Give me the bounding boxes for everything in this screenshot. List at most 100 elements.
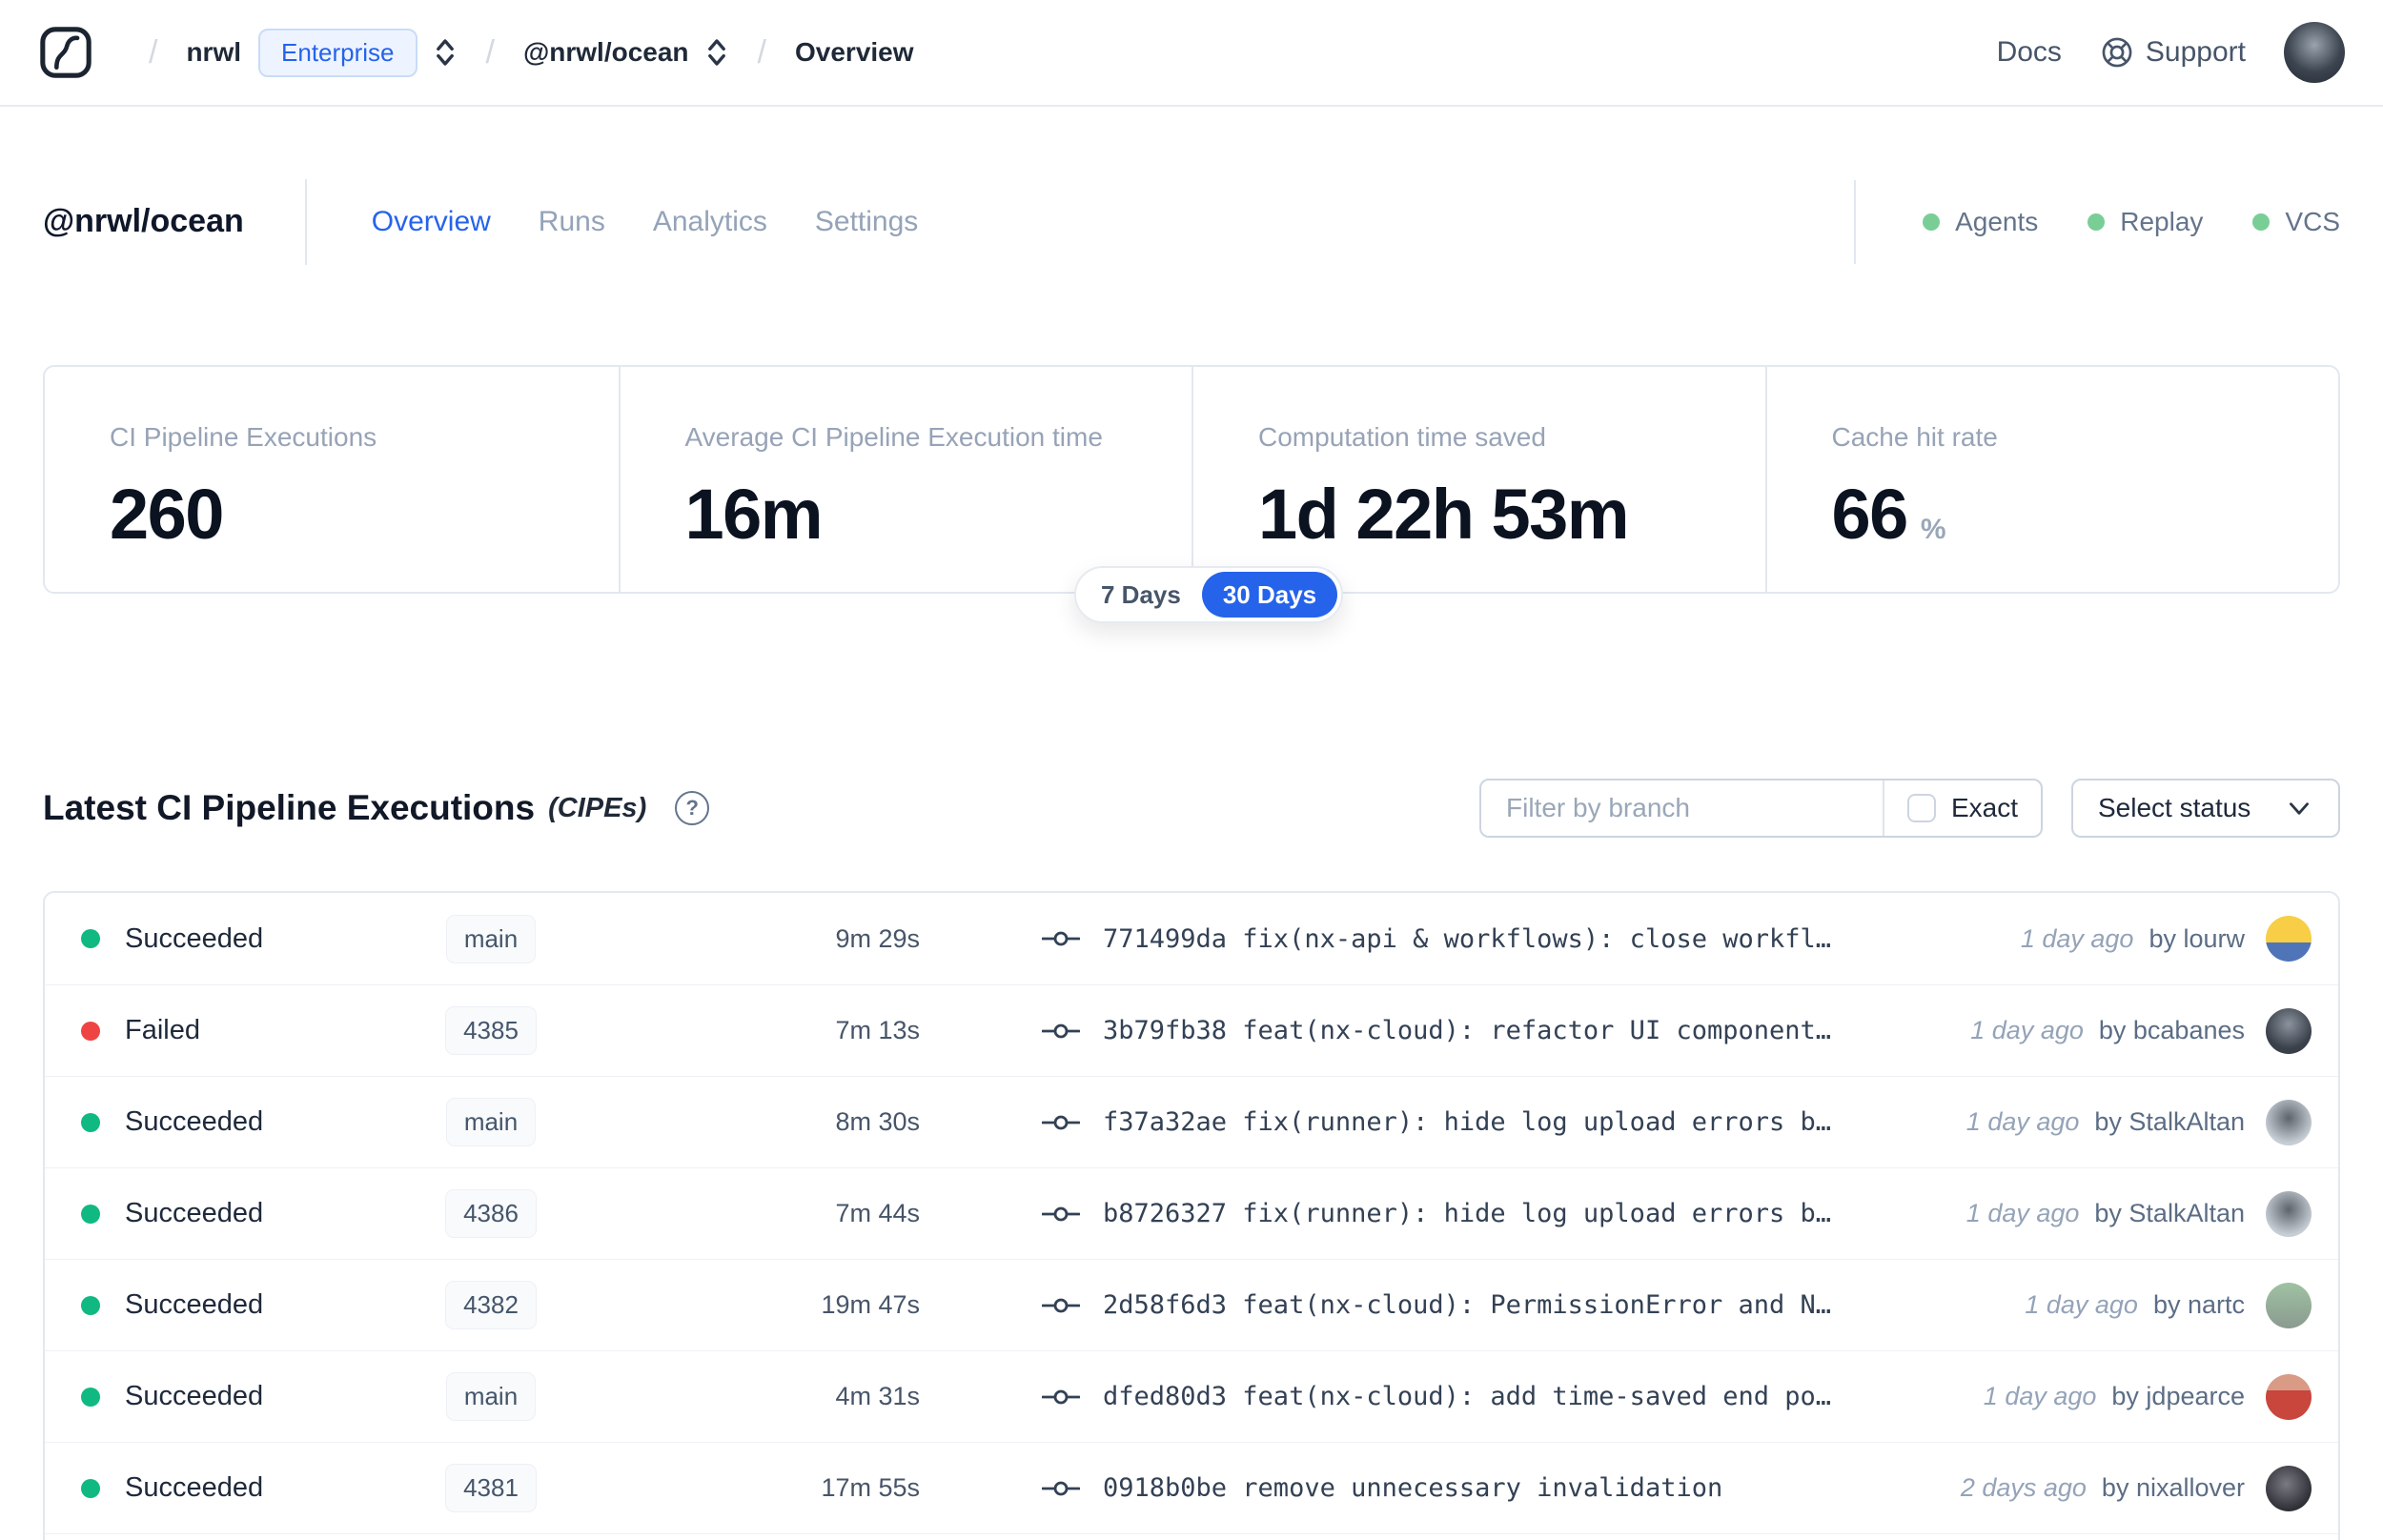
author: by jdpearce: [2111, 1382, 2245, 1410]
support-label: Support: [2145, 36, 2246, 68]
service-replay[interactable]: Replay: [2088, 207, 2203, 237]
help-icon[interactable]: ?: [675, 791, 710, 825]
breadcrumb-separator: /: [485, 33, 495, 71]
topbar-actions: Docs Support: [1997, 22, 2345, 83]
table-row[interactable]: Failed 4385 7m 13s 3b79fb38 feat(nx-clou…: [45, 984, 2338, 1076]
duration: 4m 31s: [835, 1382, 920, 1410]
exact-checkbox[interactable]: [1906, 794, 1936, 822]
stat-cache-hit-rate: Cache hit rate 66 %: [1764, 367, 2339, 592]
branch-badge: main: [445, 1372, 537, 1421]
stat-label: Computation time saved: [1258, 422, 1546, 452]
exact-label: Exact: [1950, 793, 2018, 822]
top-bar: / nrwl Enterprise / @nrwl/ocean / Overvi…: [0, 0, 2383, 107]
cipes-filters: Exact Select status: [1479, 779, 2340, 838]
status-dot-icon: [81, 1204, 100, 1224]
duration: 19m 47s: [821, 1290, 920, 1319]
range-7-days-button[interactable]: 7 Days: [1080, 572, 1202, 618]
cipes-title-suffix: (CIPEs): [548, 792, 647, 823]
table-row[interactable]: Succeeded 4386 7m 44s b8726327 fix(runne…: [45, 1167, 2338, 1259]
status-label: Succeeded: [125, 1106, 264, 1137]
stat-ci-pipeline-executions: CI Pipeline Executions 260: [45, 367, 619, 592]
range-30-days-button[interactable]: 30 Days: [1201, 572, 1338, 618]
table-row[interactable]: Succeeded main 8m 30s f37a32ae fix(runne…: [45, 1076, 2338, 1167]
workspace-switcher-button[interactable]: [433, 35, 458, 70]
chevron-up-down-icon: [707, 39, 725, 66]
status-dot-icon: [2088, 213, 2106, 231]
commit-message: 2d58f6d3 feat(nx-cloud): PermissionError…: [1103, 1290, 1832, 1320]
chevron-down-icon: [2290, 802, 2309, 815]
service-agents[interactable]: Agents: [1923, 207, 2038, 237]
exact-toggle[interactable]: Exact: [1884, 793, 2041, 823]
branch-badge: 4385: [445, 1006, 537, 1055]
support-link[interactable]: Support: [2100, 35, 2246, 70]
service-vcs[interactable]: VCS: [2252, 207, 2340, 237]
commit-icon: [1042, 1481, 1080, 1495]
page-title: @nrwl/ocean: [43, 203, 244, 239]
status-label: Succeeded: [125, 1472, 264, 1503]
duration: 9m 29s: [835, 923, 920, 953]
author-avatar: [2266, 1282, 2312, 1328]
status-label: Succeeded: [125, 1381, 264, 1411]
table-row[interactable]: Succeeded main 9m 29s 771499da fix(nx-ap…: [45, 893, 2338, 984]
status-select-dropdown[interactable]: Select status: [2071, 779, 2340, 838]
enterprise-badge: Enterprise: [258, 28, 418, 77]
breadcrumb-workspace[interactable]: nrwl: [186, 37, 241, 68]
time-ago: 1 day ago: [1965, 1107, 2080, 1136]
repo-switcher-button[interactable]: [704, 35, 729, 70]
branch-filter-input[interactable]: [1481, 780, 1884, 836]
stat-average-execution-time: Average CI Pipeline Execution time 16m: [618, 367, 1192, 592]
table-row[interactable]: Succeeded main 4m 31s dfed80d3 feat(nx-c…: [45, 1350, 2338, 1442]
tab-analytics[interactable]: Analytics: [653, 206, 767, 238]
author-avatar: [2266, 1373, 2312, 1420]
chevron-up-down-icon: [436, 39, 454, 66]
status-dot-icon: [81, 1387, 100, 1407]
stat-label: Cache hit rate: [1831, 422, 1998, 452]
commit-message: 3b79fb38 feat(nx-cloud): refactor UI com…: [1103, 1016, 1832, 1045]
duration: 7m 44s: [835, 1199, 920, 1227]
breadcrumb-separator: /: [149, 33, 158, 71]
table-row[interactable]: Succeeded 4381 17m 55s 0918b0be remove u…: [45, 1442, 2338, 1533]
author-avatar: [2266, 1007, 2312, 1054]
tab-settings[interactable]: Settings: [815, 206, 918, 238]
status-label: Succeeded: [125, 1289, 264, 1320]
status-dot-icon: [81, 929, 100, 948]
branch-filter-group: Exact: [1479, 779, 2043, 838]
tab-runs[interactable]: Runs: [539, 206, 605, 238]
author: by StalkAltan: [2094, 1107, 2245, 1136]
author: by bcabanes: [2098, 1016, 2245, 1044]
workspace-tabs: Overview Runs Analytics Settings: [372, 206, 919, 238]
cipes-title: Latest CI Pipeline Executions: [43, 788, 536, 827]
breadcrumb-page: Overview: [795, 37, 914, 67]
status-label: Succeeded: [125, 922, 264, 954]
status-label: Failed: [125, 1015, 200, 1045]
commit-icon: [1042, 1389, 1080, 1404]
commit-message: f37a32ae fix(runner): hide log upload er…: [1103, 1107, 1832, 1137]
breadcrumb-repo[interactable]: @nrwl/ocean: [523, 37, 689, 68]
cipes-section-header: Latest CI Pipeline Executions (CIPEs) ? …: [43, 768, 2340, 848]
time-ago: 1 day ago: [1970, 1016, 2084, 1044]
table-row[interactable]: [45, 1533, 2338, 1540]
commit-icon: [1042, 1298, 1080, 1312]
stat-value: 1d 22h 53m: [1258, 475, 1630, 554]
workspace-header: @nrwl/ocean Overview Runs Analytics Sett…: [0, 167, 2383, 276]
docs-link[interactable]: Docs: [1997, 36, 2062, 69]
status-dot-icon: [81, 1478, 100, 1498]
nx-logo-icon[interactable]: [38, 25, 93, 80]
commit-message: 771499da fix(nx-api & workflows): close …: [1103, 923, 1832, 954]
commit-icon: [1042, 1023, 1080, 1038]
time-ago: 1 day ago: [1965, 1199, 2080, 1227]
stat-value: 260: [110, 475, 224, 554]
stat-label: CI Pipeline Executions: [110, 422, 377, 452]
status-dot-icon: [81, 1021, 100, 1041]
commit-message: b8726327 fix(runner): hide log upload er…: [1103, 1199, 1832, 1228]
tab-overview[interactable]: Overview: [372, 206, 491, 238]
service-status-group: Agents Replay VCS: [1854, 179, 2340, 264]
header-divider: [304, 178, 307, 265]
author-avatar: [2266, 1099, 2312, 1145]
table-row[interactable]: Succeeded 4382 19m 47s 2d58f6d3 feat(nx-…: [45, 1259, 2338, 1350]
user-avatar[interactable]: [2284, 22, 2345, 83]
date-range-toggle: 7 Days 30 Days: [1074, 566, 1344, 623]
author: by lourw: [2149, 923, 2245, 953]
stats-cards: CI Pipeline Executions 260 Average CI Pi…: [43, 365, 2340, 594]
commit-message: 0918b0be remove unnecessary invalidation: [1103, 1473, 1723, 1503]
